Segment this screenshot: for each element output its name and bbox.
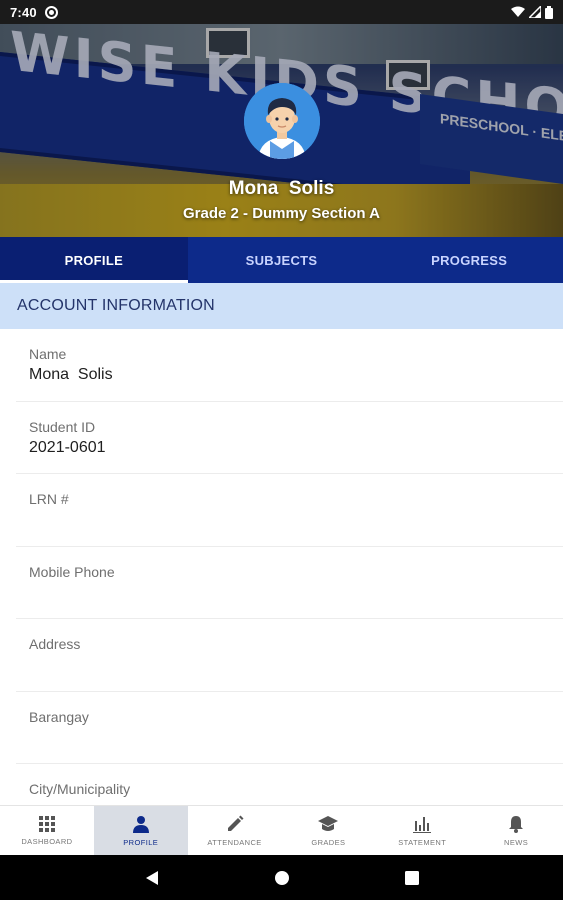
status-bar: 7:40 [0,0,563,24]
field-address: Address [16,619,563,692]
status-time: 7:40 [10,4,37,20]
graduation-cap-icon [318,815,339,831]
field-name: Name Mona Solis [16,329,563,402]
tab-subjects[interactable]: SUBJECTS [188,237,376,283]
nav-label: DASHBOARD [21,836,73,846]
avatar[interactable] [244,83,320,159]
field-label: Mobile Phone [29,563,115,580]
field-value [29,511,563,530]
field-label: City/Municipality [29,781,131,797]
nav-grades[interactable]: GRADES [281,806,375,855]
nav-label: PROFILE [123,837,159,847]
field-student-id: Student ID 2021-0601 [16,402,563,474]
field-mobile-phone: Mobile Phone [16,547,563,619]
field-lrn: LRN # [16,474,563,547]
field-value [29,729,563,748]
nav-label: NEWS [504,837,529,847]
person-icon [132,815,149,833]
nav-label: ATTENDANCE [207,837,262,847]
grid-icon [38,815,55,832]
nav-dashboard[interactable]: DASHBOARD [0,806,94,855]
bell-icon [509,815,524,833]
field-label: Barangay [29,708,89,725]
system-navigation-bar [0,855,563,900]
field-city-municipality: City/Municipality [16,764,563,805]
bar-chart-icon [413,816,432,833]
student-name: Mona Solis [228,178,335,199]
nav-attendance[interactable]: ATTENDANCE [188,806,282,855]
nav-statement[interactable]: STATEMENT [375,806,469,855]
signal-icon [529,6,541,18]
back-triangle-icon [145,870,158,885]
recents-button[interactable] [397,863,427,893]
status-icons [511,5,553,19]
home-circle-icon [274,870,289,885]
field-label: LRN # [29,491,69,507]
tab-profile[interactable]: PROFILE [0,237,188,283]
pencil-icon [227,815,244,831]
back-button[interactable] [137,863,167,893]
wifi-icon [511,6,525,17]
account-fields-list[interactable]: Name Mona Solis Student ID 2021-0601 LRN… [0,329,563,805]
home-button[interactable] [267,863,297,893]
recents-square-icon [404,870,419,885]
battery-icon [545,5,553,19]
profile-header: WISE KIDS SCHOOL PRESCHOOL · ELEMENTARY … [0,24,563,237]
field-label: Address [29,636,81,652]
student-avatar-icon [244,83,320,159]
nav-label: GRADES [311,837,346,847]
profile-tabs: PROFILE SUBJECTS PROGRESS [0,237,563,283]
account-information-header: ACCOUNT INFORMATION [0,283,563,329]
nav-profile[interactable]: PROFILE [93,806,188,855]
nav-news[interactable]: NEWS [469,806,563,855]
student-grade-section: Grade 2 - Dummy Section A [183,205,380,222]
field-label: Name [29,346,67,362]
tab-progress[interactable]: PROGRESS [375,237,563,283]
field-label: Student ID [29,418,96,435]
field-value [29,584,563,603]
field-barangay: Barangay [16,692,563,764]
field-value: 2021-0601 [29,438,106,456]
field-value: Mona Solis [29,366,113,383]
bottom-navigation: DASHBOARD PROFILE ATTENDANCE GRADES STAT… [0,805,563,855]
notification-icon [44,5,58,19]
field-value [29,656,563,675]
nav-label: STATEMENT [398,837,447,847]
